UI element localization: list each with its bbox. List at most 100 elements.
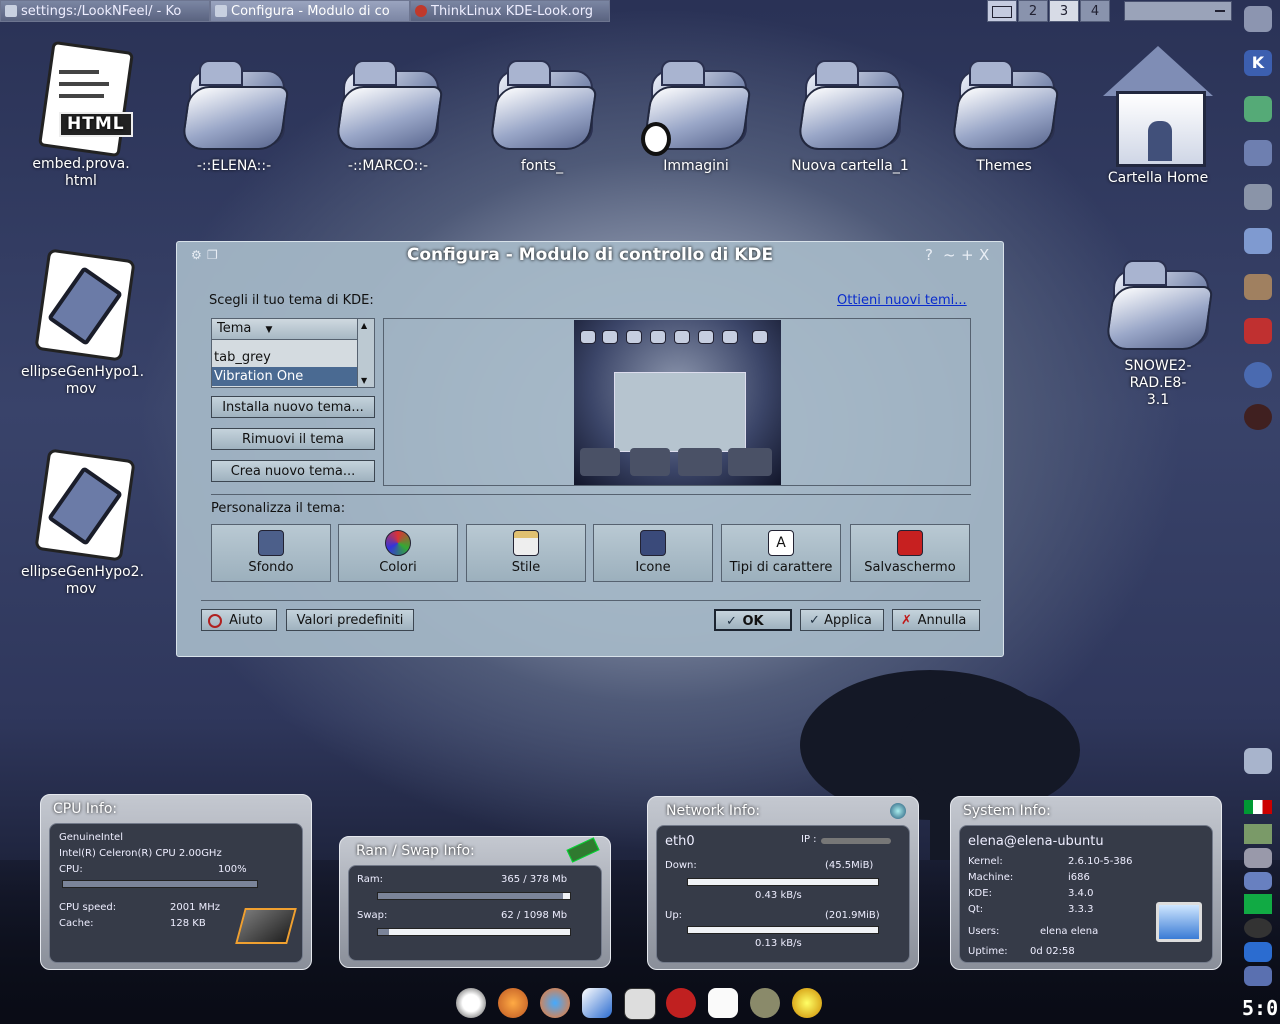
desktop-2[interactable]: 2 xyxy=(1018,0,1048,22)
get-new-themes-link[interactable]: Ottieni nuovi temi... xyxy=(837,293,967,308)
desktop-1[interactable] xyxy=(987,0,1017,22)
network-icon[interactable] xyxy=(1244,966,1272,986)
folder-icon xyxy=(487,52,598,152)
speaker-icon[interactable] xyxy=(1244,848,1272,868)
desktop-icon-themes[interactable]: Themes xyxy=(944,52,1064,175)
widget-title: CPU Info: xyxy=(53,801,118,817)
theme-item-selected[interactable]: Vibration One xyxy=(212,367,374,386)
desktop-icon-marco[interactable]: -::MARCO::- xyxy=(328,52,448,175)
maximize-button[interactable]: + xyxy=(961,246,974,264)
task-label: Configura - Modulo di co xyxy=(231,4,390,19)
category-style-button[interactable]: Stile xyxy=(466,524,586,582)
users-value: elena elena xyxy=(1040,926,1099,937)
widget-title: Network Info: xyxy=(666,803,761,819)
window-list-button[interactable] xyxy=(1124,1,1232,21)
editor-icon[interactable] xyxy=(582,988,612,1018)
category-background-button[interactable]: Sfondo xyxy=(211,524,331,582)
up-rate: 0.13 kB/s xyxy=(755,938,802,949)
kde-menu-icon[interactable]: K xyxy=(1244,50,1272,76)
style-window-icon xyxy=(513,530,539,556)
windows-icon[interactable] xyxy=(1244,228,1272,254)
help-title-button[interactable]: ? xyxy=(925,246,933,264)
desktop-icon-elena[interactable]: -::ELENA::- xyxy=(174,52,294,175)
desktop-pager: 2 3 4 xyxy=(986,0,1110,22)
theme-list-header[interactable]: Tema ▼ xyxy=(212,319,374,340)
apply-button[interactable]: ✓ Applica xyxy=(800,609,884,631)
uptime-label: Uptime: xyxy=(968,946,1008,957)
network-monitor-icon[interactable] xyxy=(1244,894,1272,914)
right-panel: K 5:0 xyxy=(1238,0,1280,1024)
list-scrollbar[interactable]: ▲ ▼ xyxy=(357,319,374,387)
ok-button[interactable]: ✓ OK xyxy=(714,609,792,631)
desktop-3[interactable]: 3 xyxy=(1049,0,1079,22)
video-file-icon xyxy=(31,248,136,362)
xmms-icon[interactable] xyxy=(792,988,822,1018)
rabbit-icon[interactable] xyxy=(1244,274,1272,300)
desktop-icon-immagini[interactable]: Immagini xyxy=(636,52,756,175)
desktop-4[interactable]: 4 xyxy=(1080,0,1110,22)
task-label: settings:/LookNFeel/ - Ko xyxy=(21,4,182,19)
close-button[interactable]: X xyxy=(979,246,989,264)
clock[interactable]: 5:0 xyxy=(1242,996,1278,1020)
mixer-icon[interactable] xyxy=(1244,140,1272,166)
desktop-icon-nuova-cartella[interactable]: Nuova cartella_1 xyxy=(790,52,910,175)
install-theme-button[interactable]: Installa nuovo tema... xyxy=(211,396,375,418)
ball-icon[interactable] xyxy=(1244,918,1272,938)
gimp-icon[interactable] xyxy=(750,988,780,1018)
upload-bar xyxy=(687,926,879,934)
cpu-chip-icon xyxy=(235,908,297,944)
qt-label: Qt: xyxy=(968,904,984,915)
defaults-button[interactable]: Valori predefiniti xyxy=(286,609,414,631)
task-thinklinux[interactable]: ThinkLinux KDE-Look.org xyxy=(410,0,610,22)
firefox-icon[interactable] xyxy=(498,988,528,1018)
desktop-icon-mov1[interactable]: ellipseGenHypo1. mov xyxy=(21,248,144,398)
widget-title: System Info: xyxy=(963,803,1051,819)
lifebuoy-icon xyxy=(208,614,222,628)
computer-icon[interactable] xyxy=(1244,6,1272,32)
cancel-button[interactable]: ✗ Annulla xyxy=(892,609,980,631)
cpu-usage-fill xyxy=(63,881,257,887)
task-configura[interactable]: Configura - Modulo di co xyxy=(210,0,410,22)
uptime-value: 0d 02:58 xyxy=(1030,946,1075,957)
konqueror-dragon-icon[interactable] xyxy=(666,988,696,1018)
download-icon[interactable] xyxy=(1244,942,1272,962)
pacman-icon[interactable] xyxy=(1244,318,1272,344)
widget-panel: eth0 IP : Down: (45.5MiB) 0.43 kB/s Up: … xyxy=(656,825,910,963)
gaim-icon[interactable] xyxy=(456,988,486,1018)
category-label: Sfondo xyxy=(248,560,294,575)
desktop-icon-home[interactable]: Cartella Home xyxy=(1098,46,1218,187)
help-button[interactable]: Aiuto xyxy=(201,609,277,631)
category-icons-button[interactable]: Icone xyxy=(593,524,713,582)
settings-icon[interactable] xyxy=(1244,872,1272,890)
minimize-button[interactable]: ~ xyxy=(943,246,956,264)
category-colors-button[interactable]: Colori xyxy=(338,524,458,582)
category-fonts-button[interactable]: A Tipi di carattere xyxy=(721,524,841,582)
remove-theme-button[interactable]: Rimuovi il tema xyxy=(211,428,375,450)
browser-icon[interactable] xyxy=(540,988,570,1018)
folder-icon xyxy=(179,52,290,152)
document-icon[interactable] xyxy=(708,988,738,1018)
gear-icon[interactable] xyxy=(1244,362,1272,388)
landscape-icon[interactable] xyxy=(1244,824,1272,844)
icon-label: 3.1 xyxy=(1146,392,1170,408)
theme-list[interactable]: Tema ▼ tab_grey Vibration One ▲ ▼ xyxy=(211,318,375,388)
create-theme-button[interactable]: Crea nuovo tema... xyxy=(211,460,375,482)
desktop-icon-embed-html[interactable]: HTML embed.prova. html xyxy=(21,40,141,190)
bug-icon[interactable] xyxy=(1244,404,1272,430)
trash-icon[interactable] xyxy=(1244,748,1272,774)
desktop-icon-fonts[interactable]: fonts_ xyxy=(482,52,602,175)
category-screensaver-button[interactable]: Salvaschermo xyxy=(850,524,970,582)
italy-flag-icon[interactable] xyxy=(1244,800,1272,814)
folder-icon xyxy=(795,52,906,152)
desktop-icon-mov2[interactable]: ellipseGenHypo2. mov xyxy=(21,448,144,598)
task-settings[interactable]: settings:/LookNFeel/ - Ko xyxy=(0,0,210,22)
kde-control-dialog: ⚙ ❐ Configura - Modulo di controllo di K… xyxy=(176,241,1004,657)
theme-item[interactable]: tab_grey xyxy=(212,348,374,367)
camera-icon[interactable] xyxy=(1244,184,1272,210)
folder-icon xyxy=(1103,252,1214,352)
task-label: ThinkLinux KDE-Look.org xyxy=(431,4,594,19)
terminal-icon[interactable] xyxy=(624,988,656,1020)
color-palette-icon xyxy=(385,530,411,556)
desktop-icon-snowe[interactable]: SNOWE2-RAD.E8- 3.1 xyxy=(1098,252,1218,409)
messenger-icon[interactable] xyxy=(1244,96,1272,122)
